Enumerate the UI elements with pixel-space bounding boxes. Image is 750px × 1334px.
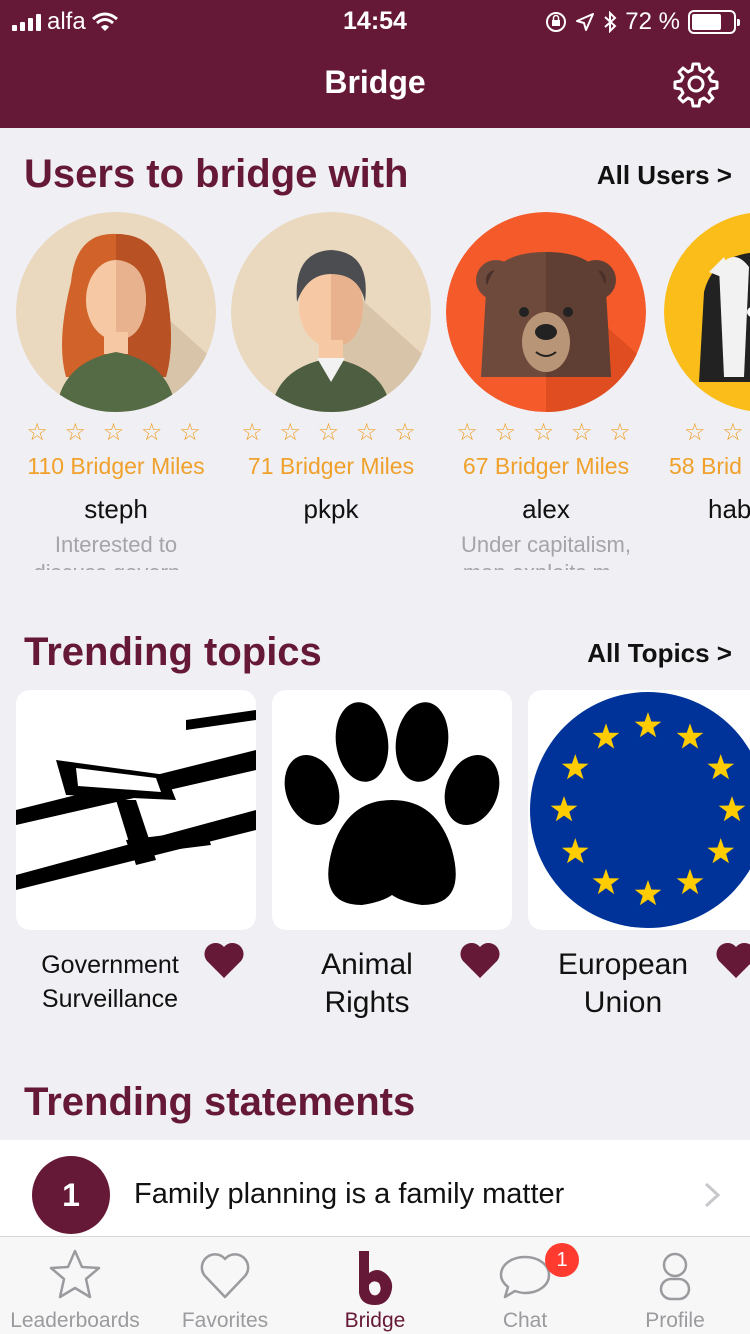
status-right: 72 % — [545, 8, 740, 36]
bridger-miles: 58 Brid — [669, 453, 742, 479]
bridger-miles: 110 Bridger Miles — [27, 453, 205, 479]
rating-stars: ☆ ☆ ☆ ☆ ☆ — [456, 419, 636, 446]
users-carousel[interactable]: ☆ ☆ ☆ ☆ ☆ 110 Bridger Miles steph Intere… — [0, 210, 750, 570]
rating-stars: ☆ ☆ ☆ ☆ ☆ — [26, 419, 206, 446]
user-card[interactable]: ☆ ☆ ☆ ☆ ☆ 58 Brid hab — [654, 210, 750, 525]
all-topics-link[interactable]: All Topics > — [587, 638, 732, 669]
heart-icon — [200, 1253, 250, 1299]
avatar — [664, 212, 750, 412]
page-title: Bridge — [324, 64, 426, 100]
tab-label: Leaderboards — [10, 1309, 140, 1332]
user-name: hab — [708, 494, 750, 524]
topic-name-line: Animal — [321, 948, 413, 981]
topic-name-line: Government — [41, 951, 179, 979]
tab-bridge[interactable]: Bridge — [300, 1237, 450, 1334]
tab-label: Favorites — [181, 1309, 269, 1332]
user-card[interactable]: ☆ ☆ ☆ ☆ ☆ 71 Bridger Miles pkpk — [223, 210, 439, 531]
topic-name: European Union — [528, 946, 718, 1022]
topic-card[interactable]: Government Surveillance — [16, 690, 256, 1013]
avatar — [231, 212, 431, 412]
statement-row[interactable]: 1 Family planning is a family matter — [0, 1140, 750, 1240]
paw-print-icon — [272, 690, 512, 930]
user-bio: Under capitalism, man exploits m... — [461, 532, 631, 570]
heart-icon[interactable] — [458, 940, 502, 980]
tab-label: Profile — [645, 1309, 705, 1332]
statement-text: Family planning is a family matter — [134, 1178, 565, 1210]
heart-icon[interactable] — [202, 940, 246, 980]
rating-stars: ☆ ☆ ☆ ☆ ☆ — [684, 419, 750, 446]
tab-chat[interactable]: 1 Chat — [450, 1237, 600, 1334]
avatar — [16, 212, 216, 412]
surveillance-camera-icon — [16, 690, 256, 930]
user-name: alex — [522, 494, 570, 524]
tab-leaderboards[interactable]: Leaderboards — [0, 1237, 150, 1334]
notification-badge: 1 — [545, 1243, 579, 1277]
all-users-link[interactable]: All Users > — [597, 160, 732, 191]
battery-fill — [692, 14, 721, 30]
bridger-miles: 71 Bridger Miles — [247, 453, 415, 479]
heart-icon[interactable] — [714, 940, 750, 980]
rating-stars: ☆ ☆ ☆ ☆ ☆ — [241, 419, 421, 446]
tab-label: Chat — [502, 1309, 548, 1332]
user-bio: Interested to discuss govern... — [33, 532, 198, 570]
tab-bar: Leaderboards Favorites Bridge 1 Chat Pro… — [0, 1236, 750, 1334]
topics-carousel[interactable]: Government Surveillance Animal Rights Eu… — [0, 690, 750, 1040]
topic-name-line: European — [557, 948, 689, 981]
bridge-logo-icon — [359, 1251, 393, 1305]
user-name: pkpk — [303, 494, 359, 524]
chevron-right-icon — [704, 1182, 720, 1208]
user-card[interactable]: ☆ ☆ ☆ ☆ ☆ 67 Bridger Miles alex Under ca… — [438, 210, 654, 570]
tab-favorites[interactable]: Favorites — [150, 1237, 300, 1334]
users-section-title: Users to bridge with — [24, 152, 409, 196]
location-icon — [576, 13, 595, 31]
topic-name: Animal Rights — [272, 946, 462, 1022]
star-icon — [49, 1249, 101, 1299]
topic-name: Government Surveillance — [0, 948, 220, 1016]
eu-flag-icon — [528, 690, 750, 930]
avatar — [446, 212, 646, 412]
bridger-miles: 67 Bridger Miles — [462, 453, 630, 479]
statements-section-title: Trending statements — [24, 1080, 416, 1124]
rotation-lock-icon — [546, 12, 567, 32]
rank-badge: 1 — [32, 1156, 110, 1234]
battery-icon — [688, 10, 740, 34]
gear-icon[interactable] — [672, 60, 720, 108]
bluetooth-icon — [604, 11, 617, 33]
topics-section-title: Trending topics — [24, 630, 322, 674]
user-name: steph — [84, 494, 148, 524]
topic-card[interactable]: European Union — [528, 690, 750, 1019]
tab-label: Bridge — [344, 1309, 406, 1332]
user-card[interactable]: ☆ ☆ ☆ ☆ ☆ 110 Bridger Miles steph Intere… — [8, 210, 224, 570]
person-icon — [659, 1252, 691, 1301]
status-bar: alfa 14:54 72 % — [0, 0, 750, 40]
tab-profile[interactable]: Profile — [600, 1237, 750, 1334]
topic-name-line: Surveillance — [41, 985, 179, 1013]
top-bar: alfa 14:54 72 % Bridge — [0, 0, 750, 128]
topic-card[interactable]: Animal Rights — [272, 690, 512, 1019]
topic-name-line: Rights — [324, 986, 410, 1019]
topic-name-line: Union — [583, 986, 663, 1019]
battery-percent: 72 % — [625, 8, 680, 35]
